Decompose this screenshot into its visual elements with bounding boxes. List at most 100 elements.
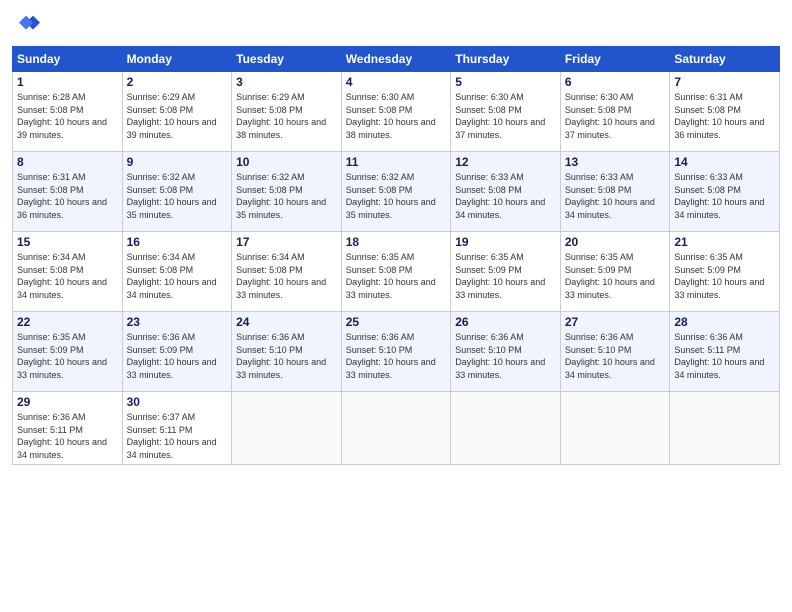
logo <box>12 10 44 38</box>
day-info: Sunrise: 6:34 AMSunset: 5:08 PMDaylight:… <box>236 252 326 300</box>
day-info: Sunrise: 6:35 AMSunset: 5:09 PMDaylight:… <box>455 252 545 300</box>
day-info: Sunrise: 6:31 AMSunset: 5:08 PMDaylight:… <box>17 172 107 220</box>
calendar-cell: 17 Sunrise: 6:34 AMSunset: 5:08 PMDaylig… <box>232 232 342 312</box>
calendar-cell: 30 Sunrise: 6:37 AMSunset: 5:11 PMDaylig… <box>122 392 232 465</box>
calendar-cell: 8 Sunrise: 6:31 AMSunset: 5:08 PMDayligh… <box>13 152 123 232</box>
day-info: Sunrise: 6:30 AMSunset: 5:08 PMDaylight:… <box>346 92 436 140</box>
calendar-body: 1 Sunrise: 6:28 AMSunset: 5:08 PMDayligh… <box>13 72 780 465</box>
day-header-friday: Friday <box>560 47 670 72</box>
calendar-cell <box>560 392 670 465</box>
calendar-cell: 3 Sunrise: 6:29 AMSunset: 5:08 PMDayligh… <box>232 72 342 152</box>
calendar-cell: 21 Sunrise: 6:35 AMSunset: 5:09 PMDaylig… <box>670 232 780 312</box>
day-header-saturday: Saturday <box>670 47 780 72</box>
calendar-cell: 5 Sunrise: 6:30 AMSunset: 5:08 PMDayligh… <box>451 72 561 152</box>
calendar-cell: 24 Sunrise: 6:36 AMSunset: 5:10 PMDaylig… <box>232 312 342 392</box>
day-number: 29 <box>17 395 118 409</box>
day-number: 20 <box>565 235 666 249</box>
day-number: 6 <box>565 75 666 89</box>
calendar-cell: 25 Sunrise: 6:36 AMSunset: 5:10 PMDaylig… <box>341 312 451 392</box>
day-number: 12 <box>455 155 556 169</box>
day-header-thursday: Thursday <box>451 47 561 72</box>
header <box>12 10 780 38</box>
calendar-cell <box>451 392 561 465</box>
day-number: 9 <box>127 155 228 169</box>
day-info: Sunrise: 6:33 AMSunset: 5:08 PMDaylight:… <box>565 172 655 220</box>
calendar-cell: 15 Sunrise: 6:34 AMSunset: 5:08 PMDaylig… <box>13 232 123 312</box>
day-info: Sunrise: 6:30 AMSunset: 5:08 PMDaylight:… <box>565 92 655 140</box>
day-number: 21 <box>674 235 775 249</box>
calendar-cell: 27 Sunrise: 6:36 AMSunset: 5:10 PMDaylig… <box>560 312 670 392</box>
day-info: Sunrise: 6:29 AMSunset: 5:08 PMDaylight:… <box>127 92 217 140</box>
day-header-wednesday: Wednesday <box>341 47 451 72</box>
day-info: Sunrise: 6:36 AMSunset: 5:11 PMDaylight:… <box>17 412 107 460</box>
day-info: Sunrise: 6:36 AMSunset: 5:11 PMDaylight:… <box>674 332 764 380</box>
day-info: Sunrise: 6:30 AMSunset: 5:08 PMDaylight:… <box>455 92 545 140</box>
day-number: 13 <box>565 155 666 169</box>
calendar-cell: 12 Sunrise: 6:33 AMSunset: 5:08 PMDaylig… <box>451 152 561 232</box>
logo-icon <box>12 10 40 38</box>
page-container: SundayMondayTuesdayWednesdayThursdayFrid… <box>0 0 792 475</box>
day-header-sunday: Sunday <box>13 47 123 72</box>
day-info: Sunrise: 6:36 AMSunset: 5:09 PMDaylight:… <box>127 332 217 380</box>
day-info: Sunrise: 6:32 AMSunset: 5:08 PMDaylight:… <box>346 172 436 220</box>
day-info: Sunrise: 6:36 AMSunset: 5:10 PMDaylight:… <box>346 332 436 380</box>
calendar-cell: 19 Sunrise: 6:35 AMSunset: 5:09 PMDaylig… <box>451 232 561 312</box>
day-info: Sunrise: 6:28 AMSunset: 5:08 PMDaylight:… <box>17 92 107 140</box>
day-info: Sunrise: 6:35 AMSunset: 5:09 PMDaylight:… <box>17 332 107 380</box>
day-number: 30 <box>127 395 228 409</box>
day-number: 26 <box>455 315 556 329</box>
day-number: 17 <box>236 235 337 249</box>
day-info: Sunrise: 6:29 AMSunset: 5:08 PMDaylight:… <box>236 92 326 140</box>
day-info: Sunrise: 6:36 AMSunset: 5:10 PMDaylight:… <box>236 332 326 380</box>
day-number: 1 <box>17 75 118 89</box>
calendar-cell: 4 Sunrise: 6:30 AMSunset: 5:08 PMDayligh… <box>341 72 451 152</box>
day-number: 24 <box>236 315 337 329</box>
calendar-week-5: 29 Sunrise: 6:36 AMSunset: 5:11 PMDaylig… <box>13 392 780 465</box>
calendar-cell: 13 Sunrise: 6:33 AMSunset: 5:08 PMDaylig… <box>560 152 670 232</box>
day-number: 11 <box>346 155 447 169</box>
calendar-header-row: SundayMondayTuesdayWednesdayThursdayFrid… <box>13 47 780 72</box>
day-number: 23 <box>127 315 228 329</box>
calendar-cell: 6 Sunrise: 6:30 AMSunset: 5:08 PMDayligh… <box>560 72 670 152</box>
day-number: 27 <box>565 315 666 329</box>
day-number: 10 <box>236 155 337 169</box>
day-info: Sunrise: 6:33 AMSunset: 5:08 PMDaylight:… <box>674 172 764 220</box>
day-number: 8 <box>17 155 118 169</box>
day-number: 19 <box>455 235 556 249</box>
day-number: 28 <box>674 315 775 329</box>
day-number: 16 <box>127 235 228 249</box>
day-info: Sunrise: 6:35 AMSunset: 5:09 PMDaylight:… <box>565 252 655 300</box>
day-header-tuesday: Tuesday <box>232 47 342 72</box>
calendar-cell: 1 Sunrise: 6:28 AMSunset: 5:08 PMDayligh… <box>13 72 123 152</box>
calendar-cell: 7 Sunrise: 6:31 AMSunset: 5:08 PMDayligh… <box>670 72 780 152</box>
calendar-cell: 2 Sunrise: 6:29 AMSunset: 5:08 PMDayligh… <box>122 72 232 152</box>
calendar-week-1: 1 Sunrise: 6:28 AMSunset: 5:08 PMDayligh… <box>13 72 780 152</box>
calendar-cell: 22 Sunrise: 6:35 AMSunset: 5:09 PMDaylig… <box>13 312 123 392</box>
calendar-cell <box>670 392 780 465</box>
calendar-cell: 10 Sunrise: 6:32 AMSunset: 5:08 PMDaylig… <box>232 152 342 232</box>
day-info: Sunrise: 6:32 AMSunset: 5:08 PMDaylight:… <box>236 172 326 220</box>
day-number: 4 <box>346 75 447 89</box>
day-header-monday: Monday <box>122 47 232 72</box>
calendar-table: SundayMondayTuesdayWednesdayThursdayFrid… <box>12 46 780 465</box>
day-number: 3 <box>236 75 337 89</box>
calendar-cell: 29 Sunrise: 6:36 AMSunset: 5:11 PMDaylig… <box>13 392 123 465</box>
day-info: Sunrise: 6:33 AMSunset: 5:08 PMDaylight:… <box>455 172 545 220</box>
calendar-cell: 26 Sunrise: 6:36 AMSunset: 5:10 PMDaylig… <box>451 312 561 392</box>
day-info: Sunrise: 6:35 AMSunset: 5:09 PMDaylight:… <box>674 252 764 300</box>
calendar-cell: 14 Sunrise: 6:33 AMSunset: 5:08 PMDaylig… <box>670 152 780 232</box>
day-info: Sunrise: 6:31 AMSunset: 5:08 PMDaylight:… <box>674 92 764 140</box>
calendar-cell: 11 Sunrise: 6:32 AMSunset: 5:08 PMDaylig… <box>341 152 451 232</box>
calendar-cell <box>341 392 451 465</box>
day-number: 18 <box>346 235 447 249</box>
calendar-cell: 18 Sunrise: 6:35 AMSunset: 5:08 PMDaylig… <box>341 232 451 312</box>
day-info: Sunrise: 6:35 AMSunset: 5:08 PMDaylight:… <box>346 252 436 300</box>
day-number: 5 <box>455 75 556 89</box>
calendar-cell: 23 Sunrise: 6:36 AMSunset: 5:09 PMDaylig… <box>122 312 232 392</box>
day-info: Sunrise: 6:34 AMSunset: 5:08 PMDaylight:… <box>127 252 217 300</box>
day-info: Sunrise: 6:36 AMSunset: 5:10 PMDaylight:… <box>455 332 545 380</box>
calendar-week-3: 15 Sunrise: 6:34 AMSunset: 5:08 PMDaylig… <box>13 232 780 312</box>
calendar-cell: 28 Sunrise: 6:36 AMSunset: 5:11 PMDaylig… <box>670 312 780 392</box>
calendar-cell <box>232 392 342 465</box>
day-info: Sunrise: 6:34 AMSunset: 5:08 PMDaylight:… <box>17 252 107 300</box>
